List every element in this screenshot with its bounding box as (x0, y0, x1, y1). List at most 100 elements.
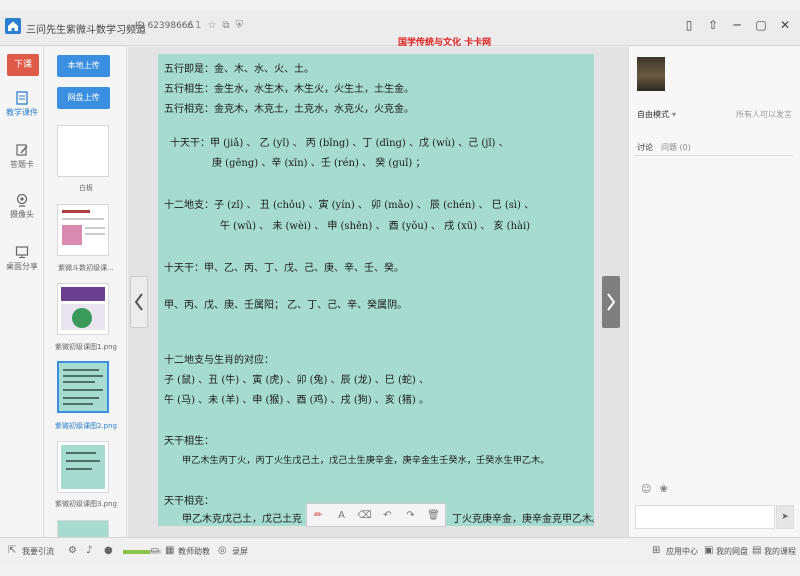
user-count-icon: ♙1 (186, 20, 202, 31)
chat-tabs: 讨论 问题 (0) (637, 142, 691, 153)
doc-line: 五行相生：金生水，水生木，木生火，火生土，土生金。 (164, 84, 414, 95)
thumb-label: 白板 (79, 184, 93, 192)
thumb-whiteboard[interactable] (57, 125, 109, 177)
doc-line: 子 (鼠) 、丑 (牛) 、寅 (虎) 、卯 (兔) 、辰 (龙) 、巳 (蛇)… (164, 375, 429, 386)
tab-questions[interactable]: 问题 (0) (661, 142, 691, 153)
doc-line: 十天干：甲 (jiǎ) 、 乙 (yǐ) 、 丙 (bǐng) 、丁 (dīng… (170, 138, 509, 149)
record-icon[interactable]: ◎ (218, 545, 227, 556)
speak-mode-value: 自由模式 (637, 110, 669, 119)
doc-line: 五行相克：金克木，木克土，土克水，水克火，火克金。 (164, 104, 414, 115)
courseware-list: 本地上传 网盘上传 白板 紫微斗数初级课... 紫微初级课图1.png 紫微初级… (45, 47, 127, 537)
chat-panel: 自由模式 ▾ 所有人可以发言 讨论 问题 (0) ☺ ❀ ➤ (628, 47, 800, 537)
nav-item-camera[interactable]: 摄像头 (0, 193, 44, 220)
home-icon[interactable] (5, 18, 21, 34)
room-id: ID 62398666 (135, 21, 194, 31)
doc-line: 甲乙木克戊己土，戊己土克 (182, 514, 302, 525)
doc-line: 十二地支：子 (zǐ) 、 丑 (chǒu) 、寅 (yín) 、 卯 (mǎo… (164, 200, 535, 211)
shield-icon[interactable]: ⛨ (235, 20, 243, 31)
phone-icon[interactable]: ▯ (682, 18, 696, 32)
nav-item-answer-card[interactable]: 答题卡 (0, 143, 44, 170)
nav-label-screen-share: 桌面分享 (6, 262, 38, 271)
copy-icon[interactable]: ⧉ (222, 20, 229, 31)
pen-icon[interactable]: ✏ (311, 510, 327, 521)
speaker-icon[interactable]: ♪ (86, 545, 92, 556)
chat-input[interactable] (635, 505, 775, 529)
tab-discuss[interactable]: 讨论 (637, 142, 653, 153)
star-icon[interactable]: ☆ (207, 20, 216, 31)
speak-mode-select[interactable]: 自由模式 ▾ (637, 109, 676, 120)
drawing-toolbar: ✏ A ⌫ ↶ ↷ 🗑 (306, 503, 446, 527)
end-class-button[interactable]: 下课 (7, 54, 39, 76)
up-arrow-icon[interactable]: ⇧ (706, 18, 720, 32)
settings-icon[interactable]: ⚙ (68, 545, 77, 556)
thumb-label: 紫微初级课图3.png (54, 500, 117, 508)
my-course-link[interactable]: 我的课程 (764, 546, 796, 557)
thumb-course-img1[interactable] (57, 283, 109, 335)
send-icon: ➤ (781, 512, 789, 522)
doc-line: 十天干：甲、乙、丙、丁、戊、己、庚、辛、壬、癸。 (164, 263, 404, 274)
grow-link[interactable]: 我要引流 (22, 546, 54, 557)
classroom-app: 三问先生紫微斗数学习频道 ID 62398666 ♙1 ☆ ⧉ ⛨ 国学传统与文… (0, 0, 800, 576)
restore-button[interactable]: ▢ (754, 18, 768, 32)
title-icons: ♙1 ☆ ⧉ ⛨ (186, 20, 243, 31)
text-tool-icon[interactable]: A (334, 510, 350, 521)
doc-line: 甲、丙、戊、庚、壬属阳； 乙、丁、己、辛、癸属阴。 (164, 300, 408, 311)
my-disk-link[interactable]: 我的网盘 (716, 546, 748, 557)
doc-line: 五行即是：金、木、水、火、土。 (164, 64, 314, 75)
nav-item-courseware[interactable]: 教学课件 (0, 91, 44, 118)
thumb-course-img3[interactable] (57, 441, 109, 493)
thumb-course-img4[interactable] (57, 520, 109, 537)
disk-icon[interactable]: ▣ (704, 545, 713, 556)
minimize-button[interactable]: ─ (730, 18, 744, 32)
courseware-page: 五行即是：金、木、水、火、土。 五行相生：金生水，水生木，木生火，火生土，土生金… (158, 54, 594, 526)
thumb-label: 紫微斗数初级课... (58, 264, 114, 272)
send-button[interactable]: ➤ (776, 505, 794, 529)
speak-permission: 所有人可以发言 (736, 110, 792, 119)
undo-icon[interactable]: ↶ (380, 510, 396, 521)
upload-local-button[interactable]: 本地上传 (57, 55, 110, 77)
emoji-icon[interactable]: ☺ (641, 484, 651, 495)
prev-page-button[interactable] (130, 276, 148, 328)
chat-tools: ☺ ❀ (641, 484, 668, 495)
app-center-link[interactable]: 应用中心 (666, 546, 698, 557)
doc-line: 午 (wǔ) 、 未 (wèi) 、 申 (shēn) 、 酉 (yǒu) 、 … (220, 221, 531, 232)
eraser-icon[interactable]: ⌫ (357, 510, 373, 521)
camera-icon (16, 193, 28, 207)
nav-item-screen-share[interactable]: 桌面分享 (0, 245, 44, 272)
doc-line: 天干相生： (164, 436, 214, 447)
member-icon[interactable]: ▦ (165, 545, 174, 556)
doc-line: 庚 (gēng) 、辛 (xīn) 、壬 (rén) 、 癸 (guǐ) ； (212, 158, 426, 169)
left-nav: 下课 教学课件 答题卡 摄像头 桌面分享 (0, 47, 44, 537)
next-page-button[interactable] (602, 276, 620, 328)
video-icon[interactable]: ▭ (150, 545, 159, 556)
thumb-course-1[interactable] (57, 204, 109, 256)
nav-label-answer-card: 答题卡 (10, 160, 34, 169)
app-title: 三问先生紫微斗数学习频道 (26, 25, 146, 36)
monitor-icon (15, 246, 29, 258)
tab-divider (635, 155, 793, 156)
thumb-course-img2[interactable] (57, 361, 109, 413)
upload-cloud-button[interactable]: 网盘上传 (57, 87, 110, 109)
chevron-down-icon: ▾ (672, 110, 677, 119)
whiteboard-stage: 五行即是：金、木、水、火、土。 五行相生：金生水，水生木，木生火，火生土，土生金… (128, 47, 628, 537)
record-link[interactable]: 录屏 (232, 546, 248, 557)
trash-icon[interactable]: 🗑 (426, 510, 442, 521)
share-icon[interactable]: ⇱ (8, 545, 16, 556)
chevron-right-icon (607, 293, 616, 311)
viewer-count: 1 (194, 20, 202, 31)
member-manage-link[interactable]: 教师助教 (178, 546, 210, 557)
redo-icon[interactable]: ↷ (403, 510, 419, 521)
microphone-icon[interactable]: ● (104, 545, 113, 556)
nav-label-camera: 摄像头 (10, 210, 34, 219)
flower-icon[interactable]: ❀ (659, 484, 667, 495)
close-button[interactable]: ✕ (778, 18, 792, 32)
pencil-icon (16, 144, 28, 156)
thumb-label: 紫微初级课图1.png (54, 343, 117, 351)
title-bar: 三问先生紫微斗数学习频道 ID 62398666 ♙1 ☆ ⧉ ⛨ 国学传统与文… (0, 10, 800, 48)
course-icon[interactable]: ▤ (752, 545, 761, 556)
avatar[interactable] (637, 57, 665, 91)
doc-line: 丁火克庚辛金，庚辛金克甲乙木。 (452, 514, 594, 525)
window-controls: ▯ ⇧ ─ ▢ ✕ (682, 18, 792, 32)
doc-line: 午 (马) 、未 (羊) 、申 (猴) 、酉 (鸡) 、戌 (狗) 、亥 (猪)… (164, 395, 429, 406)
apps-icon[interactable]: ⊞ (652, 545, 660, 556)
